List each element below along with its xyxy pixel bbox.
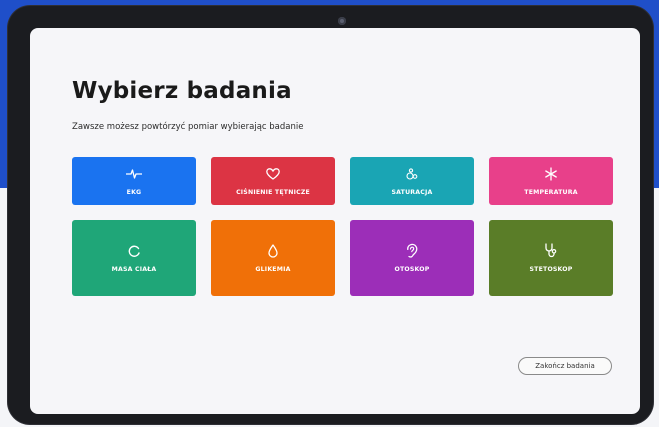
tile-temperature[interactable]: TEMPERATURA <box>489 157 613 205</box>
tile-label: OTOSKOP <box>394 266 430 273</box>
tile-ekg[interactable]: EKG <box>72 157 196 205</box>
camera-icon <box>338 17 346 25</box>
tile-label: SATURACJA <box>391 189 433 196</box>
tile-stethoscope[interactable]: STETOSKOP <box>489 220 613 296</box>
ekg-pulse-icon <box>126 166 142 182</box>
saturation-bubbles-icon <box>405 166 419 182</box>
stethoscope-icon <box>544 243 558 259</box>
tile-saturation[interactable]: SATURACJA <box>350 157 474 205</box>
tablet-screen: Wybierz badania Zawsze możesz powtórzyć … <box>30 28 640 414</box>
tile-otoscope[interactable]: OTOSKOP <box>350 220 474 296</box>
snowflake-icon <box>544 166 558 182</box>
page-title: Wybierz badania <box>72 78 292 104</box>
tile-body-mass[interactable]: MASA CIAŁA <box>72 220 196 296</box>
tile-label: EKG <box>126 189 142 196</box>
page-subtitle: Zawsze możesz powtórzyć pomiar wybierają… <box>72 122 304 132</box>
tile-blood-pressure[interactable]: CIŚNIENIE TĘTNICZE <box>211 157 335 205</box>
end-exams-button[interactable]: Zakończ badania <box>518 357 612 375</box>
tile-label: GLIKEMIA <box>255 266 291 273</box>
ear-icon <box>405 243 419 259</box>
tile-label: STETOSKOP <box>529 266 573 273</box>
tablet-device: Wybierz badania Zawsze możesz powtórzyć … <box>8 6 653 424</box>
exam-grid: EKG CIŚNIENIE TĘTNICZE SATURACJA TEMPERA… <box>72 157 613 296</box>
tile-label: MASA CIAŁA <box>111 266 157 273</box>
scale-gauge-icon <box>127 243 141 259</box>
tile-label: CIŚNIENIE TĘTNICZE <box>236 189 310 196</box>
drop-icon <box>267 243 279 259</box>
heart-icon <box>266 166 280 182</box>
tile-label: TEMPERATURA <box>524 189 578 196</box>
tile-glycemia[interactable]: GLIKEMIA <box>211 220 335 296</box>
